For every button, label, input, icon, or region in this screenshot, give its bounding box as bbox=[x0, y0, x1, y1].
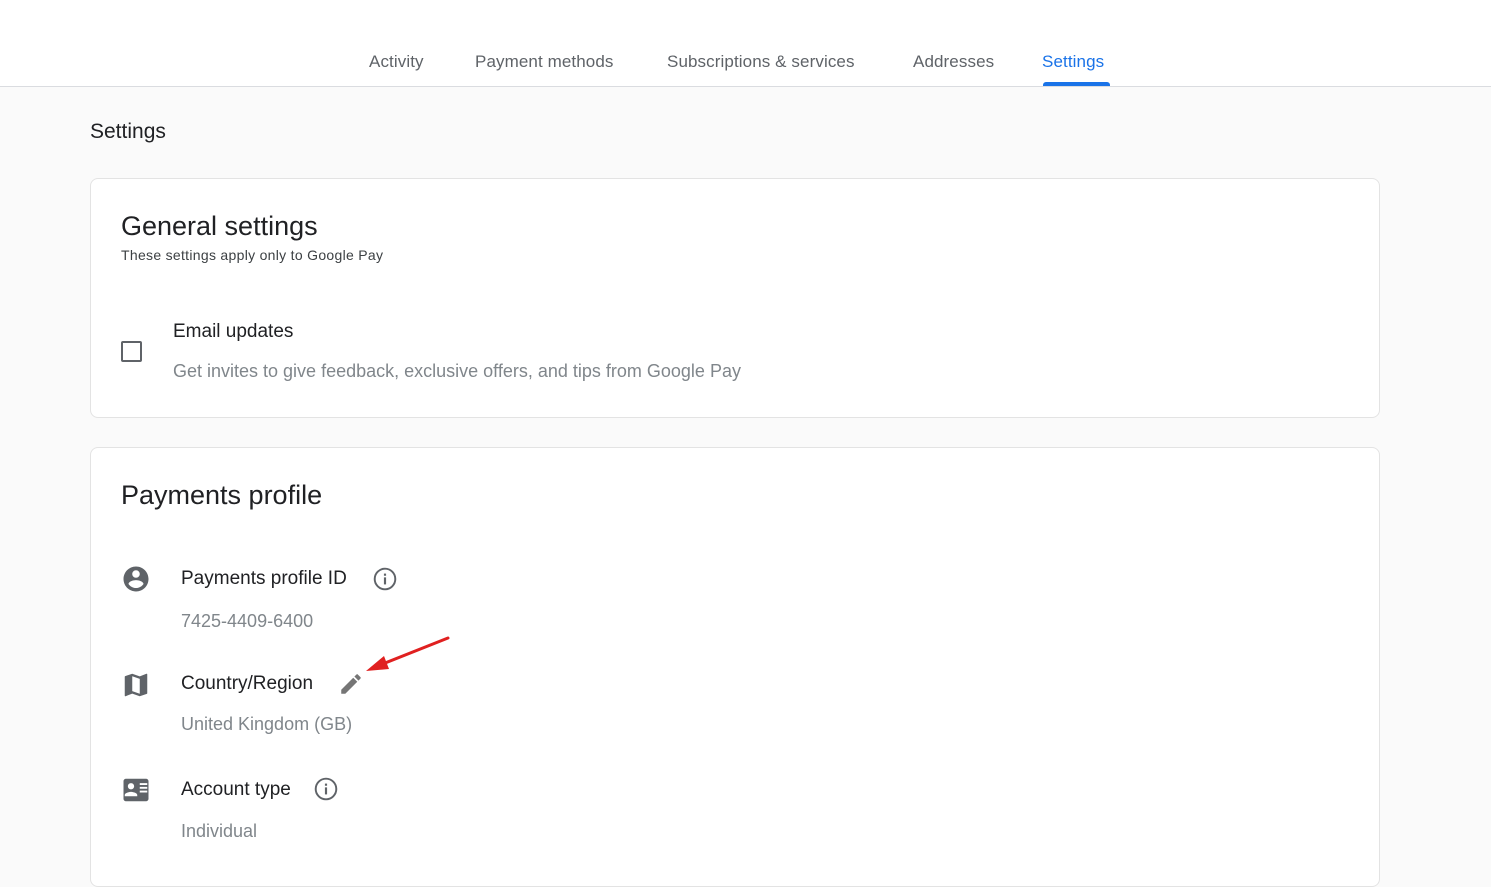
general-settings-subtitle: These settings apply only to Google Pay bbox=[121, 247, 384, 263]
email-updates-description: Get invites to give feedback, exclusive … bbox=[173, 361, 741, 381]
page-title: Settings bbox=[90, 120, 166, 143]
id-card-icon bbox=[123, 778, 149, 802]
account-type-value: Individual bbox=[181, 821, 258, 841]
map-icon bbox=[124, 673, 148, 697]
info-icon[interactable] bbox=[372, 566, 398, 592]
general-settings-card: General settings These settings apply on… bbox=[90, 178, 1380, 418]
email-updates-label: Email updates bbox=[173, 321, 294, 342]
email-updates-checkbox[interactable] bbox=[121, 341, 142, 362]
tab-subscriptions-services[interactable]: Subscriptions & services bbox=[667, 52, 855, 87]
country-region-value: United Kingdom (GB) bbox=[181, 714, 353, 734]
account-circle-icon bbox=[123, 566, 149, 592]
annotation-arrow bbox=[366, 636, 450, 671]
edit-pencil-icon[interactable] bbox=[338, 671, 364, 697]
general-settings-title: General settings bbox=[121, 211, 318, 241]
top-nav-bar: Activity Payment methods Subscriptions &… bbox=[0, 0, 1491, 87]
account-type-label: Account type bbox=[181, 779, 291, 800]
tab-payment-methods[interactable]: Payment methods bbox=[475, 52, 614, 87]
payments-profile-title: Payments profile bbox=[121, 480, 323, 510]
tab-addresses[interactable]: Addresses bbox=[913, 52, 994, 87]
tab-activity[interactable]: Activity bbox=[369, 52, 424, 87]
country-region-label: Country/Region bbox=[181, 673, 314, 694]
payments-profile-id-label: Payments profile ID bbox=[181, 568, 347, 589]
payments-profile-card: Payments profile Payments profile ID 742… bbox=[90, 447, 1380, 887]
active-tab-indicator bbox=[1043, 82, 1110, 86]
payments-profile-id-value: 7425-4409-6400 bbox=[181, 611, 314, 631]
info-icon[interactable] bbox=[313, 776, 339, 802]
